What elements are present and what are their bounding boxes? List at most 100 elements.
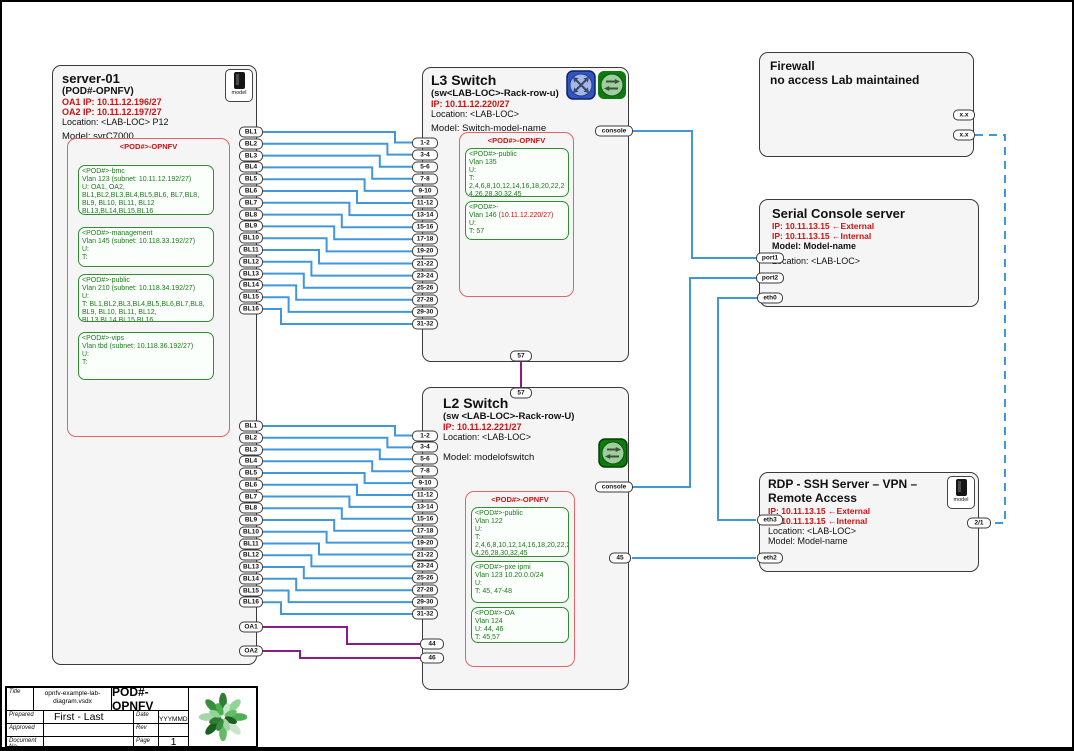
link-server-bl7-l3 [263, 203, 412, 215]
l3-port-19-20: 19-20 [412, 246, 438, 257]
l3-port-5-6: 5-6 [412, 161, 438, 172]
l3-port-9-10: 9-10 [412, 185, 438, 196]
server-port-bl6-to-l3: BL6 [239, 186, 263, 197]
link-server-bl3-l2 [263, 450, 412, 460]
link-server-bl9-l2 [263, 520, 412, 531]
link-server-bl11-l2 [263, 544, 412, 555]
link-eth0-eth3 [718, 298, 757, 520]
l3-vlan-box-1-ip: (10.11.12.220/27) [499, 212, 554, 219]
server-subtitle: (POD#-OPNFV) [62, 86, 227, 97]
rdp-model: Model: Model-name [768, 536, 943, 546]
rdp-port-eth3: eth3 [757, 515, 783, 526]
server-port-bl11-to-l2: BL11 [239, 538, 263, 549]
rdp-title: RDP - SSH Server – VPN – Remote Access [768, 478, 943, 506]
prepared-label: Prepared [7, 711, 44, 724]
link-server-bl3-l3 [263, 156, 412, 167]
l2-port-23-24: 23-24 [412, 561, 438, 572]
l2-port-44: 44 [420, 639, 444, 650]
l3-vlan-box-0: <POD#>-publicVlan 135U:T:2,4,6,8,10,12,1… [465, 148, 569, 197]
l2-port-21-22: 21-22 [412, 549, 438, 560]
server-port-bl15-to-l3: BL15 [239, 292, 263, 303]
server-port-bl8-to-l2: BL8 [239, 503, 263, 514]
link-server-bl15-l2 [263, 591, 412, 603]
firewall-box: Firewall no access Lab maintained [759, 52, 974, 157]
link-server-bl16-l3 [263, 309, 412, 324]
server-title: server-01 [62, 71, 227, 86]
server-location: Location: <LAB-LOC> P12 [62, 117, 227, 127]
rdp-model-icon-label: model [954, 497, 969, 503]
link-server-bl14-l2 [263, 579, 412, 590]
link-server-bl2-l2 [263, 438, 412, 448]
l3-port-1-2: 1-2 [412, 137, 438, 148]
l2-port-57: 57 [510, 388, 532, 399]
server-port-bl12-to-l3: BL12 [239, 256, 263, 267]
date-label: Date [134, 711, 159, 724]
server-port-bl10-to-l3: BL10 [239, 233, 263, 244]
link-l3-console-port1 [633, 131, 756, 258]
link-server-bl6-l2 [263, 485, 412, 495]
l2-port-25-26: 25-26 [412, 573, 438, 584]
rev-value [159, 724, 189, 737]
server-port-bl9-to-l2: BL9 [239, 515, 263, 526]
doc-title: POD#-OPNFV [112, 688, 188, 710]
l2-port-3-4: 3-4 [412, 442, 438, 453]
server-port-bl7-to-l3: BL7 [239, 197, 263, 208]
server-port-bl15-to-l2: BL15 [239, 585, 263, 596]
rdp-model-icon: model [947, 476, 975, 509]
console-server-port1: port1 [756, 253, 784, 264]
switch-icon [598, 438, 628, 468]
firewall-port-xx-1: x.x [953, 110, 975, 121]
server-vlan-box-3: <POD#>-vipsVlan tbd (subnet: 10.118.36.1… [78, 332, 214, 380]
server-vlan-box-1-title: <POD#>-management [82, 230, 210, 238]
l2-model: Model: modelofswitch [443, 452, 603, 463]
l2-vlan-box-0-title: <POD#>-public [475, 510, 565, 518]
l3-port-23-24: 23-24 [412, 270, 438, 281]
l3-port-17-18: 17-18 [412, 234, 438, 245]
l2-port-29-30: 29-30 [412, 597, 438, 608]
l2-port-11-12: 11-12 [412, 490, 438, 501]
approved-label: Approved [7, 724, 44, 737]
l3-port-15-16: 15-16 [412, 222, 438, 233]
console-server-port2: port2 [756, 273, 784, 284]
server-vlan-box-2: <POD#>-publicVlan 210 (subnet: 10.118.34… [78, 274, 214, 322]
l3-vlan-box-1: <POD#>-Vlan 146 (10.11.12.220/27)U:T: 57 [465, 201, 569, 240]
l2-port-17-18: 17-18 [412, 525, 438, 536]
l3-vlan-box-1-title: <POD#>- [469, 204, 565, 212]
server-port-bl2-to-l2: BL2 [239, 432, 263, 443]
l3-subtitle: (sw<LAB-LOC>-Rack-row-u) [431, 88, 581, 99]
l2-vlan-box-2: <POD#>-OAVlan 124U: 44, 46T: 45,57 [471, 607, 569, 643]
rdp-location: Location: <LAB-LOC> [768, 526, 943, 536]
server-tower-glyph [234, 72, 245, 89]
server-port-bl16-to-l3: BL16 [239, 304, 263, 315]
link-server-bl4-l3 [263, 167, 412, 178]
server-port-bl8-to-l3: BL8 [239, 209, 263, 220]
l3-port-7-8: 7-8 [412, 173, 438, 184]
server-port-bl3-to-l2: BL3 [239, 444, 263, 455]
approved-value [44, 724, 134, 737]
link-server-bl8-l2 [263, 508, 412, 519]
server-port-bl6-to-l2: BL6 [239, 479, 263, 490]
firewall-subtitle: no access Lab maintained [770, 73, 965, 87]
l2-port-1-2: 1-2 [412, 430, 438, 441]
docno-value [44, 737, 134, 746]
console-server-location: Location: <LAB-LOC> [772, 256, 972, 266]
server-port-oa1: OA1 [239, 622, 263, 633]
server-port-bl2-to-l3: BL2 [239, 138, 263, 149]
console-server-ip-internal: IP: 10.11.13.15 ←Internal [772, 231, 972, 241]
link-server-bl12-l3 [263, 262, 412, 276]
l2-vlan-box-1: <POD#>-pxe ipmiVlan 123 10.20.0.0/24U:T:… [471, 561, 569, 603]
firewall-title: Firewall [770, 59, 965, 73]
server-vlan-box-2-title: <POD#>-public [82, 277, 210, 285]
link-server-bl13-l2 [263, 567, 412, 578]
l3-port-11-12: 11-12 [412, 198, 438, 209]
l2-port-46: 46 [420, 653, 444, 664]
link-firewall-rdp-2-1 [975, 135, 1005, 523]
docno-label: Document No. [7, 737, 44, 746]
l3-port-21-22: 21-22 [412, 258, 438, 269]
link-server-bl5-l3 [263, 179, 412, 191]
l2-subtitle: (sw <LAB-LOC>-Rack-row-U) [443, 411, 603, 422]
server-port-bl3-to-l3: BL3 [239, 150, 263, 161]
console-server-model: Model: Model-name [772, 241, 972, 251]
server-port-bl4-to-l3: BL4 [239, 162, 263, 173]
link-server-bl1-l3 [263, 132, 412, 143]
